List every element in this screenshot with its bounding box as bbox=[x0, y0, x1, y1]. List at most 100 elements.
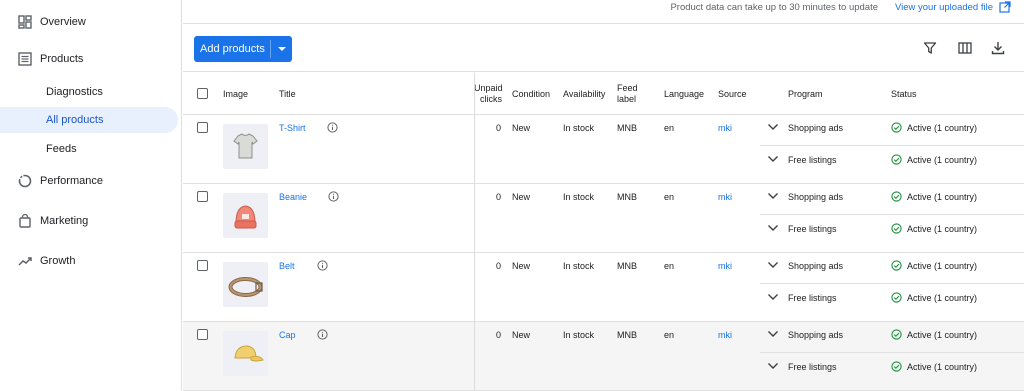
growth-icon bbox=[18, 257, 32, 266]
chevron-down-icon[interactable] bbox=[767, 362, 779, 370]
sidebar: Overview Products Diagnostics All produc… bbox=[0, 0, 182, 391]
sidebar-item-label: Performance bbox=[40, 175, 103, 187]
table-row[interactable]: T-Shirt 0 New In stock MNB en mki Shoppi… bbox=[183, 115, 1024, 184]
chevron-down-icon[interactable] bbox=[767, 261, 779, 269]
select-all-checkbox[interactable] bbox=[197, 88, 208, 99]
sidebar-item-products[interactable]: Products bbox=[0, 46, 182, 72]
info-icon[interactable] bbox=[328, 191, 339, 202]
language-value: en bbox=[664, 192, 675, 202]
info-bar: Product data can take up to 30 minutes t… bbox=[183, 0, 1024, 24]
add-products-label: Add products bbox=[200, 43, 265, 55]
columns-icon[interactable] bbox=[958, 41, 972, 55]
filter-icon[interactable] bbox=[923, 41, 937, 55]
product-title-link[interactable]: Cap bbox=[279, 330, 296, 340]
chevron-down-icon[interactable] bbox=[767, 224, 779, 232]
program-name: Free listings bbox=[788, 224, 837, 234]
program-name: Free listings bbox=[788, 362, 837, 372]
source-link[interactable]: mki bbox=[718, 330, 732, 340]
unpaid-clicks-value: 0 bbox=[495, 192, 501, 202]
sidebar-item-label: Diagnostics bbox=[46, 86, 103, 98]
chevron-down-icon[interactable] bbox=[767, 192, 779, 200]
toolbar: Add products bbox=[183, 25, 1024, 72]
header-source[interactable]: Source bbox=[718, 89, 747, 100]
condition-value: New bbox=[512, 192, 531, 202]
view-uploaded-file-link[interactable]: View your uploaded file bbox=[895, 2, 993, 13]
chevron-down-icon[interactable] bbox=[767, 293, 779, 301]
sidebar-item-feeds[interactable]: Feeds bbox=[0, 136, 178, 162]
performance-icon bbox=[18, 174, 32, 188]
status-value: Active (1 country) bbox=[907, 123, 978, 133]
sidebar-item-all-products[interactable]: All products bbox=[0, 107, 178, 133]
header-status[interactable]: Status bbox=[891, 89, 917, 100]
row-checkbox[interactable] bbox=[197, 329, 208, 340]
sidebar-item-growth[interactable]: Growth bbox=[0, 248, 182, 274]
product-title-link[interactable]: Beanie bbox=[279, 192, 307, 202]
program-name: Shopping ads bbox=[788, 261, 844, 271]
table-row[interactable]: Beanie 0 New In stock MNB en mki Shoppin… bbox=[183, 184, 1024, 253]
marketing-icon bbox=[19, 214, 31, 228]
column-divider[interactable] bbox=[474, 73, 475, 391]
table-row[interactable]: Cap 0 New In stock MNB en mki Shopping a… bbox=[183, 322, 1024, 391]
sidebar-item-label: Products bbox=[40, 53, 84, 65]
status-value: Active (1 country) bbox=[907, 362, 978, 372]
status-value: Active (1 country) bbox=[907, 224, 978, 234]
sidebar-item-marketing[interactable]: Marketing bbox=[0, 208, 182, 234]
sidebar-item-performance[interactable]: Performance bbox=[0, 168, 182, 194]
button-divider bbox=[270, 40, 271, 58]
availability-value: In stock bbox=[563, 261, 595, 271]
sidebar-item-label: All products bbox=[46, 114, 104, 126]
header-feed-label[interactable]: Feed label bbox=[617, 83, 641, 105]
check-circle-icon bbox=[891, 329, 902, 340]
row-checkbox[interactable] bbox=[197, 191, 208, 202]
source-link[interactable]: mki bbox=[718, 261, 732, 271]
info-icon[interactable] bbox=[327, 122, 338, 133]
chevron-down-icon[interactable] bbox=[767, 123, 779, 131]
product-image-tshirt[interactable] bbox=[223, 124, 268, 169]
availability-value: In stock bbox=[563, 330, 595, 340]
header-condition[interactable]: Condition bbox=[512, 89, 550, 100]
info-icon[interactable] bbox=[317, 329, 328, 340]
sidebar-item-label: Feeds bbox=[46, 143, 77, 155]
info-icon[interactable] bbox=[317, 260, 328, 271]
tshirt-icon bbox=[233, 133, 258, 159]
program-divider bbox=[760, 214, 1024, 215]
add-products-button[interactable]: Add products bbox=[194, 36, 292, 62]
program-divider bbox=[760, 145, 1024, 146]
program-name: Free listings bbox=[788, 293, 837, 303]
dropdown-caret-icon[interactable] bbox=[278, 47, 286, 51]
header-program[interactable]: Program bbox=[788, 89, 823, 100]
row-checkbox[interactable] bbox=[197, 122, 208, 133]
source-link[interactable]: mki bbox=[718, 192, 732, 202]
check-circle-icon bbox=[891, 260, 902, 271]
condition-value: New bbox=[512, 123, 531, 133]
source-link[interactable]: mki bbox=[718, 123, 732, 133]
availability-value: In stock bbox=[563, 123, 595, 133]
availability-value: In stock bbox=[563, 192, 595, 202]
header-availability[interactable]: Availability bbox=[563, 89, 605, 100]
language-value: en bbox=[664, 261, 675, 271]
chevron-down-icon[interactable] bbox=[767, 155, 779, 163]
condition-value: New bbox=[512, 330, 531, 340]
header-language[interactable]: Language bbox=[664, 89, 704, 100]
open-in-new-icon[interactable] bbox=[999, 1, 1011, 13]
product-image-belt[interactable] bbox=[223, 262, 268, 307]
product-image-beanie[interactable] bbox=[223, 193, 268, 238]
table-row[interactable]: Belt 0 New In stock MNB en mki Shopping … bbox=[183, 253, 1024, 322]
header-image: Image bbox=[223, 89, 249, 99]
main-content: Product data can take up to 30 minutes t… bbox=[183, 0, 1024, 391]
sidebar-item-label: Growth bbox=[40, 255, 76, 267]
program-name: Shopping ads bbox=[788, 330, 844, 340]
product-title-link[interactable]: T-Shirt bbox=[279, 123, 306, 133]
header-unpaid-clicks[interactable]: Unpaid clicks bbox=[474, 83, 503, 105]
chevron-down-icon[interactable] bbox=[767, 330, 779, 338]
check-circle-icon bbox=[891, 292, 902, 303]
status-value: Active (1 country) bbox=[907, 261, 978, 271]
row-checkbox[interactable] bbox=[197, 260, 208, 271]
product-title-link[interactable]: Belt bbox=[279, 261, 295, 271]
sidebar-item-diagnostics[interactable]: Diagnostics bbox=[0, 79, 178, 105]
sidebar-item-overview[interactable]: Overview bbox=[0, 9, 182, 35]
header-title[interactable]: Title bbox=[279, 89, 296, 100]
download-icon[interactable] bbox=[991, 41, 1005, 55]
table-header: Image Title Unpaid clicks Condition Avai… bbox=[183, 73, 1024, 115]
product-image-cap[interactable] bbox=[223, 331, 268, 376]
